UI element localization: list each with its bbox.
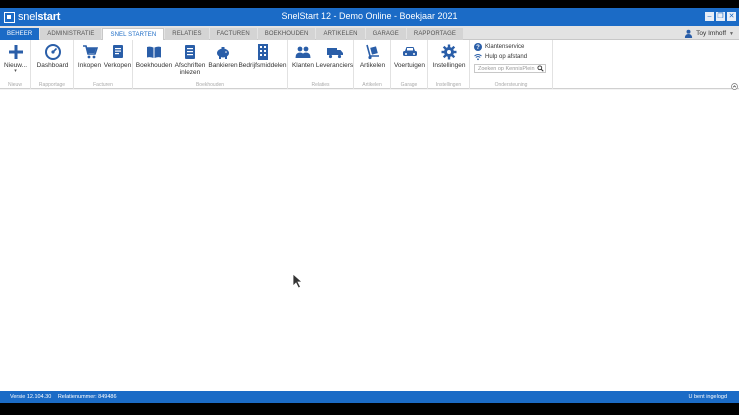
ribbon: Nieuw... ▾ Nieuw Dashboard Rapportage In…: [0, 40, 739, 89]
kennisplein-search-input[interactable]: Zoeken op KennisPlein: [474, 64, 546, 73]
dashboard-button[interactable]: Dashboard: [34, 44, 71, 69]
artikelen-button[interactable]: Artikelen: [357, 44, 388, 69]
bottom-black-border: [0, 403, 739, 415]
hulp-op-afstand-link[interactable]: Hulp op afstand: [474, 53, 527, 61]
dashboard-label: Dashboard: [36, 62, 69, 69]
hulp-op-afstand-label: Hulp op afstand: [485, 54, 528, 60]
tab-artikelen[interactable]: ARTIKELEN: [316, 28, 365, 40]
klanten-button[interactable]: Klanten: [291, 44, 315, 69]
tab-garage[interactable]: GARAGE: [365, 28, 406, 40]
top-black-border: [0, 0, 739, 8]
piggy-bank-icon: [217, 47, 229, 59]
inkopen-label: Inkopen: [77, 62, 102, 69]
group-nieuw: Nieuw... ▾ Nieuw: [0, 40, 31, 89]
tab-facturen[interactable]: FACTUREN: [209, 28, 257, 40]
gear-icon: [441, 44, 457, 60]
close-button[interactable]: ✕: [727, 12, 736, 21]
ribbon-collapse-icon[interactable]: [731, 83, 738, 90]
svg-text:?: ?: [476, 45, 480, 51]
truck-icon: [326, 48, 343, 59]
inlezen-label: inlezen: [179, 69, 201, 76]
group-label-artikelen: Artikelen: [362, 82, 382, 88]
snelstart-window: snel start SnelStart 12 - Demo Online - B…: [0, 0, 739, 415]
verkopen-label: Verkopen: [103, 62, 132, 69]
tab-beheer[interactable]: BEHEER: [0, 28, 40, 40]
group-label-nieuw: Nieuw: [8, 82, 22, 88]
verkopen-button[interactable]: Verkopen: [104, 44, 131, 69]
leveranciers-button[interactable]: Leveranciers: [315, 44, 354, 69]
car-icon: [402, 47, 417, 56]
help-icon: ?: [474, 43, 482, 51]
group-instellingen: Instellingen Instellingen: [428, 40, 470, 89]
voertuigen-button[interactable]: Voertuigen: [393, 44, 426, 69]
instellingen-button[interactable]: Instellingen: [431, 44, 467, 69]
user-name: Toy Imhoff: [696, 30, 727, 37]
status-bar: Versie 12.104.30 Relatienummer: 849486 U…: [0, 391, 739, 403]
version-text: Versie 12.104.30: [10, 394, 52, 400]
group-rapportage: Dashboard Rapportage: [31, 40, 74, 89]
book-icon: [147, 46, 161, 58]
group-artikelen: Artikelen Artikelen: [354, 40, 391, 89]
afschriften-inlezen-button[interactable]: Afschriften inlezen: [173, 44, 207, 76]
sales-document-icon: [112, 45, 123, 58]
group-ondersteuning: ? Klantenservice Hulp op afstand Zoeken …: [470, 40, 553, 89]
relatienummer-text: Relatienummer: 849486: [57, 394, 117, 400]
tab-administratie[interactable]: ADMINISTRATIE: [40, 28, 102, 40]
chevron-down-icon: ▼: [729, 30, 734, 37]
group-facturen: Inkopen Verkopen Facturen: [74, 40, 133, 89]
bedrijfsmiddelen-label: Bedrijfsmiddelen: [238, 62, 287, 69]
title-bar: snel start SnelStart 12 - Demo Online - B…: [0, 8, 739, 26]
group-label-ondersteuning: Ondersteuning: [494, 82, 528, 88]
minimize-button[interactable]: –: [705, 12, 714, 21]
chevron-down-icon: ▾: [14, 68, 17, 74]
window-controls: – ❐ ✕: [705, 12, 736, 21]
klantenservice-label: Klantenservice: [485, 44, 525, 50]
ribbon-tab-bar: BEHEER ADMINISTRATIE SNEL STARTEN RELATI…: [0, 26, 739, 41]
group-garage: Voertuigen Garage: [391, 40, 428, 89]
instellingen-label: Instellingen: [432, 62, 466, 69]
restore-button[interactable]: ❐: [716, 12, 725, 21]
group-label-relaties: Relaties: [311, 82, 330, 88]
window-title: SnelStart 12 - Demo Online - Boekjaar 20…: [281, 11, 458, 21]
afschriften-label: Afschriften: [174, 62, 206, 69]
group-label-facturen: Facturen: [93, 82, 113, 88]
nieuw-button[interactable]: Nieuw... ▾: [3, 44, 28, 74]
people-icon: [295, 46, 311, 58]
search-icon[interactable]: [537, 65, 544, 72]
login-status-text: U bent ingelogd: [688, 394, 727, 400]
user-menu[interactable]: Toy Imhoff ▼: [684, 28, 734, 39]
group-label-instellingen: Instellingen: [435, 82, 462, 88]
group-label-boekhouden: Boekhouden: [195, 82, 225, 88]
klanten-label: Klanten: [291, 62, 315, 69]
group-label-rapportage: Rapportage: [38, 82, 66, 88]
voertuigen-label: Voertuigen: [393, 62, 426, 69]
hand-truck-icon: [365, 44, 379, 60]
klantenservice-link[interactable]: ? Klantenservice: [474, 43, 524, 51]
bank-statement-icon: [185, 45, 195, 59]
artikelen-label: Artikelen: [359, 62, 386, 69]
group-label-garage: Garage: [400, 82, 418, 88]
tab-boekhouden[interactable]: BOEKHOUDEN: [257, 28, 316, 40]
group-relaties: Klanten Leveranciers Relaties: [288, 40, 354, 89]
tab-relaties[interactable]: RELATIES: [165, 28, 209, 40]
boekhouden-label: Boekhouden: [135, 62, 173, 69]
building-icon: [257, 44, 268, 60]
dashboard-gauge-icon: [44, 44, 61, 60]
wifi-icon: [474, 54, 482, 61]
search-placeholder: Zoeken op KennisPlein: [478, 65, 535, 72]
main-workspace: [0, 90, 739, 391]
cart-icon: [82, 45, 98, 59]
user-icon: [685, 29, 693, 38]
mouse-cursor-icon: [292, 273, 304, 289]
tab-rapportage[interactable]: RAPPORTAGE: [406, 28, 464, 40]
bedrijfsmiddelen-button[interactable]: Bedrijfsmiddelen: [238, 44, 287, 69]
boekhouden-button[interactable]: Boekhouden: [136, 44, 172, 69]
group-boekhouden: Boekhouden Afschriften inlezen Bankieren…: [133, 40, 288, 89]
leveranciers-label: Leveranciers: [315, 62, 354, 69]
plus-icon: [8, 45, 23, 59]
bankieren-label: Bankieren: [208, 62, 238, 69]
inkopen-button[interactable]: Inkopen: [77, 44, 102, 69]
bankieren-button[interactable]: Bankieren: [208, 44, 238, 69]
